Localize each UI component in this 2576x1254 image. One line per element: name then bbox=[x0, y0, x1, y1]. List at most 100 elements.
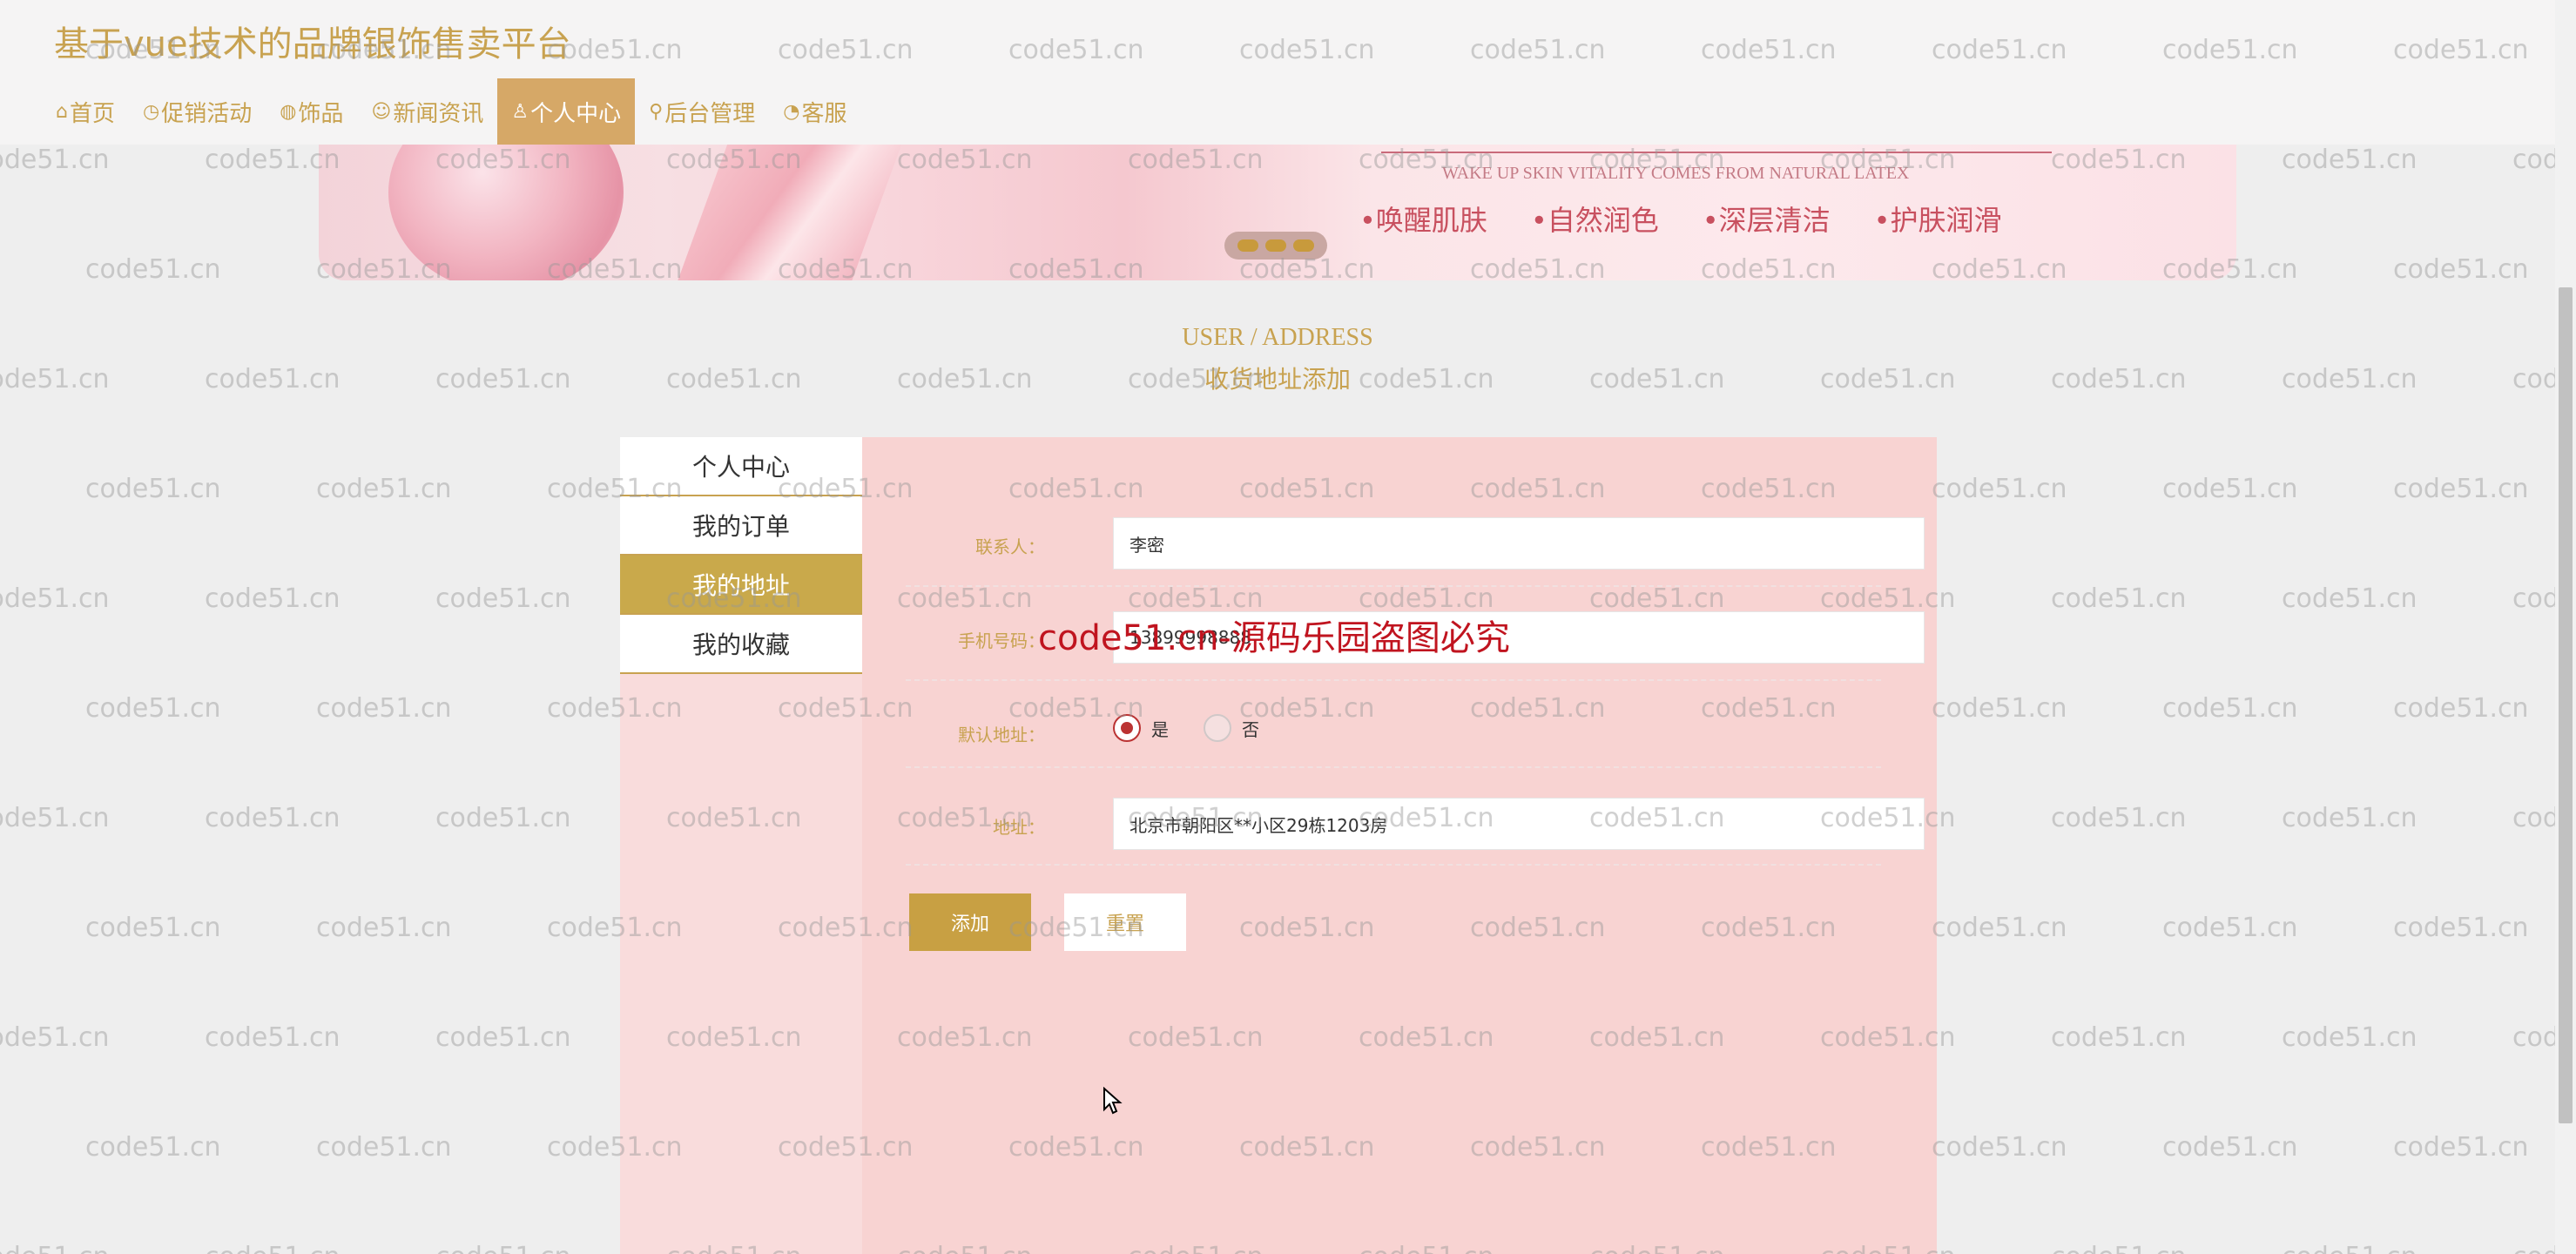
watermark-text: code51.cn bbox=[2051, 1242, 2187, 1254]
site-header: 基于vue技术的品牌银饰售卖平台 ⌂ 首页 ◷ 促销活动 ◍ 饰品 ☺ 新闻资讯… bbox=[0, 0, 2555, 145]
nav-jewelry[interactable]: ◍ 饰品 bbox=[266, 78, 357, 145]
watermark-text: code51.cn bbox=[85, 474, 221, 504]
watermark-text: code51.cn bbox=[0, 1242, 110, 1254]
banner-feature: •自然润色 bbox=[1530, 204, 1659, 237]
banner-sphere-image bbox=[388, 145, 624, 280]
watermark-text: code51.cn bbox=[2393, 1132, 2529, 1163]
watermark-text: code51.cn bbox=[435, 1022, 571, 1053]
nav-label: 新闻资讯 bbox=[393, 100, 484, 127]
reset-button[interactable]: 重置 bbox=[1064, 893, 1186, 951]
watermark-text: code51.cn bbox=[205, 1022, 341, 1053]
banner-feature: •唤醒肌肤 bbox=[1359, 204, 1487, 237]
banner-feature: •护肤润滑 bbox=[1873, 204, 2002, 237]
nav-label: 个人中心 bbox=[530, 100, 622, 127]
watermark-text: code51.cn bbox=[1932, 693, 2067, 724]
watermark-text: code51.cn bbox=[435, 1242, 571, 1254]
watermark-text: code51.cn bbox=[435, 803, 571, 833]
address-row: 地址： 北京市朝阳区**小区29栋1203房 bbox=[906, 798, 1925, 866]
default-address-radio-group: 是 否 bbox=[1113, 714, 1294, 742]
sidebar-item-my-orders[interactable]: 我的订单 bbox=[620, 496, 862, 556]
watermark-text: code51.cn bbox=[2282, 803, 2418, 833]
chat-icon: ◔ bbox=[783, 100, 800, 123]
watermark-text: code51.cn bbox=[1932, 474, 2067, 504]
watermark-text: code51.cn bbox=[2282, 583, 2418, 614]
nav-promotions[interactable]: ◷ 促销活动 bbox=[129, 78, 266, 145]
watermark-text: code51.cn bbox=[2393, 474, 2529, 504]
radio-yes-label: 是 bbox=[1151, 718, 1169, 740]
watermark-text: code51.cn bbox=[2162, 1132, 2298, 1163]
banner-tagline: WAKE UP SKIN VITALITY COMES FROM NATURAL… bbox=[1442, 164, 1910, 183]
watermark-text: code51.cn bbox=[205, 803, 341, 833]
watermark-text: code51.cn bbox=[2282, 145, 2418, 175]
main-nav: ⌂ 首页 ◷ 促销活动 ◍ 饰品 ☺ 新闻资讯 ♙ 个人中心 ⚲ 后台管理 ◔ … bbox=[42, 78, 860, 145]
watermark-text: code51.cn bbox=[205, 1242, 341, 1254]
add-button[interactable]: 添加 bbox=[909, 893, 1031, 951]
nav-news[interactable]: ☺ 新闻资讯 bbox=[357, 78, 497, 145]
user-sidebar: 个人中心 我的订单 我的地址 我的收藏 bbox=[620, 437, 862, 674]
address-label: 地址： bbox=[993, 817, 1045, 838]
sidebar-item-my-address[interactable]: 我的地址 bbox=[620, 556, 862, 615]
nav-personal-center[interactable]: ♙ 个人中心 bbox=[497, 78, 636, 145]
watermark-text: code51.cn bbox=[316, 693, 452, 724]
banner-product-image bbox=[670, 145, 908, 280]
nav-label: 促销活动 bbox=[161, 100, 253, 127]
contact-row: 联系人： 李密 bbox=[906, 517, 1925, 587]
app-root: 基于vue技术的品牌银饰售卖平台 ⌂ 首页 ◷ 促销活动 ◍ 饰品 ☺ 新闻资讯… bbox=[0, 0, 2576, 1254]
scrollbar-thumb[interactable] bbox=[2559, 287, 2573, 1123]
nav-customer-service[interactable]: ◔ 客服 bbox=[769, 78, 860, 145]
watermark-text: code51.cn bbox=[2282, 1242, 2418, 1254]
carousel-dot-1[interactable] bbox=[1237, 239, 1258, 252]
watermark-text: code51.cn bbox=[316, 1132, 452, 1163]
contact-label: 联系人： bbox=[975, 536, 1045, 557]
contact-input[interactable]: 李密 bbox=[1113, 517, 1925, 570]
radio-dot bbox=[1121, 722, 1133, 734]
radio-no-label: 否 bbox=[1242, 718, 1259, 740]
watermark-text: code51.cn bbox=[2162, 693, 2298, 724]
nav-admin[interactable]: ⚲ 后台管理 bbox=[635, 78, 769, 145]
sidebar-item-my-favorites[interactable]: 我的收藏 bbox=[620, 615, 862, 674]
radio-no[interactable] bbox=[1204, 714, 1231, 742]
watermark-text: code51.cn bbox=[85, 1132, 221, 1163]
watermark-text: code51.cn bbox=[1932, 1132, 2067, 1163]
watermark-text: code51.cn bbox=[85, 693, 221, 724]
carousel-dot-2[interactable] bbox=[1265, 239, 1286, 252]
banner-features: •唤醒肌肤 •自然润色 •深层清洁 •护肤润滑 bbox=[1359, 199, 2046, 239]
link-icon: ⚲ bbox=[649, 100, 664, 123]
nav-label: 饰品 bbox=[298, 100, 344, 127]
watermark-text: code51.cn bbox=[2051, 583, 2187, 614]
globe-icon: ◍ bbox=[280, 100, 297, 123]
watermark-text: code51.cn bbox=[1932, 913, 2067, 943]
watermark-text: code51.cn bbox=[2051, 803, 2187, 833]
watermark-text: code51.cn bbox=[2393, 254, 2529, 285]
sidebar-item-personal-center[interactable]: 个人中心 bbox=[620, 437, 862, 496]
carousel-dot-3[interactable] bbox=[1293, 239, 1314, 252]
banner-feature: •深层清洁 bbox=[1702, 204, 1831, 237]
nav-label: 首页 bbox=[69, 100, 115, 127]
radio-yes[interactable] bbox=[1113, 714, 1141, 742]
nav-label: 客服 bbox=[801, 100, 847, 127]
watermark-text: code51.cn bbox=[316, 474, 452, 504]
nav-home[interactable]: ⌂ 首页 bbox=[42, 78, 129, 145]
default-address-row: 默认地址： 是 否 bbox=[906, 705, 1881, 768]
watermark-text: code51.cn bbox=[0, 145, 110, 175]
section-title-en: USER / ADDRESS bbox=[1182, 324, 1373, 351]
banner-divider bbox=[1381, 152, 2052, 153]
watermark-text: code51.cn bbox=[85, 254, 221, 285]
smile-icon: ☺ bbox=[371, 100, 392, 123]
watermark-text: code51.cn bbox=[435, 583, 571, 614]
address-form-panel: 联系人： 李密 手机号码： 13899998888 默认地址： 是 否 地址： … bbox=[862, 437, 1937, 1254]
mouse-cursor-icon bbox=[1103, 1087, 1123, 1115]
watermark-text: code51.cn bbox=[0, 1022, 110, 1053]
carousel-indicators bbox=[1224, 232, 1327, 260]
banner-carousel: WAKE UP SKIN VITALITY COMES FROM NATURAL… bbox=[319, 145, 2236, 280]
watermark-text: code51.cn bbox=[0, 583, 110, 614]
watermark-text: code51.cn bbox=[2051, 1022, 2187, 1053]
watermark-text: code51.cn bbox=[2162, 474, 2298, 504]
home-icon: ⌂ bbox=[56, 100, 68, 123]
address-input[interactable]: 北京市朝阳区**小区29栋1203房 bbox=[1113, 798, 1925, 850]
watermark-text: code51.cn bbox=[205, 583, 341, 614]
watermark-text: code51.cn bbox=[316, 913, 452, 943]
user-icon: ♙ bbox=[511, 100, 529, 123]
page-scrollbar[interactable] bbox=[2555, 0, 2576, 1254]
section-title-cn: 收货地址添加 bbox=[1204, 365, 1351, 394]
